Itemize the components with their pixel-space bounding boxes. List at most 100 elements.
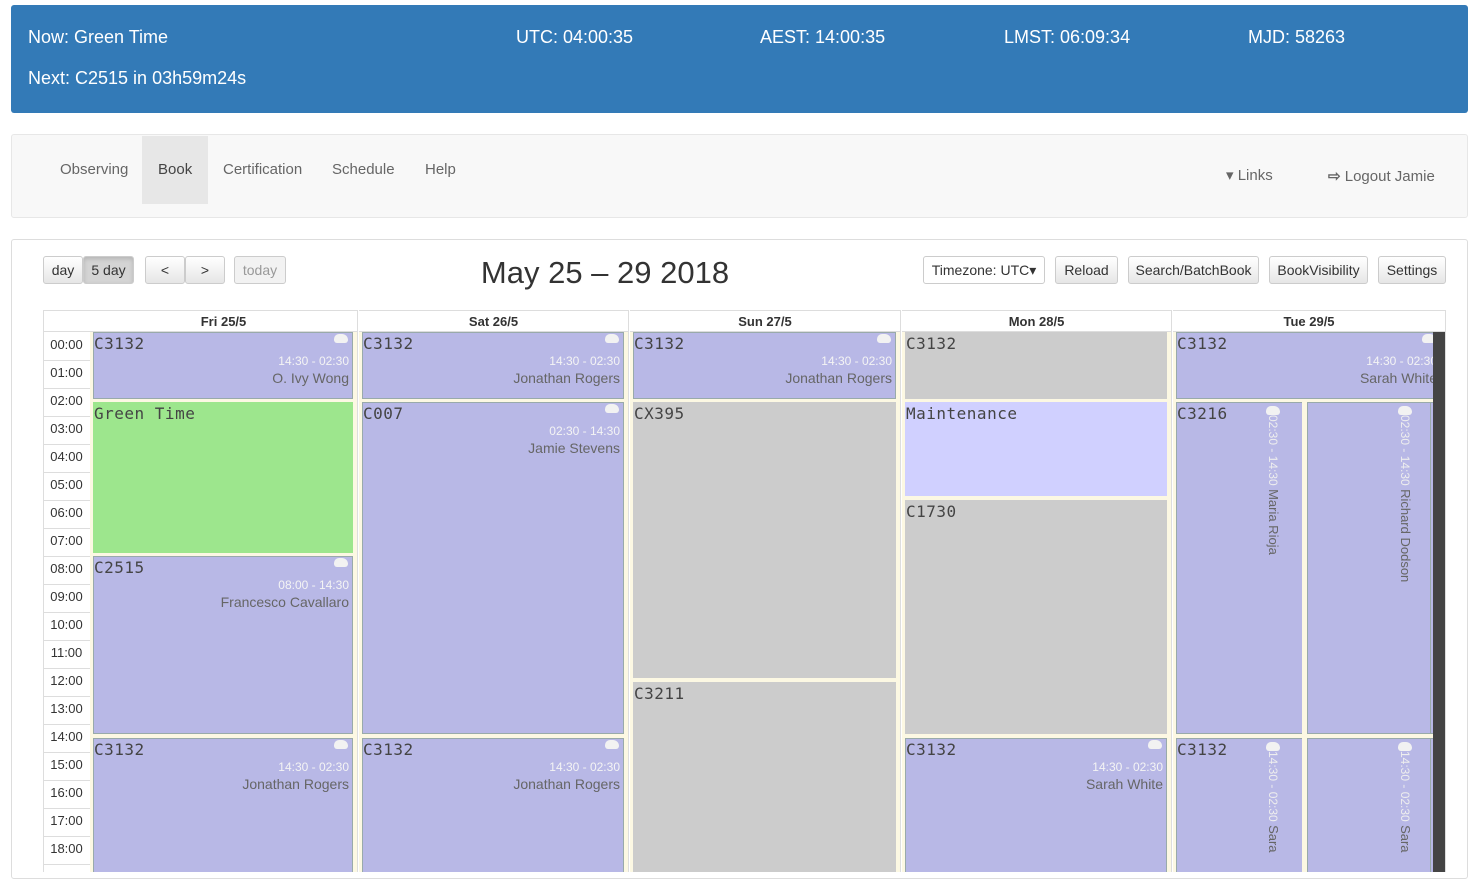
event-vertical-label: 14:30 - 02:30 Sara xyxy=(1398,742,1413,853)
calendar-grid: Fri 25/5 Sat 26/5 Sun 27/5 Mon 28/5 Tue 29/5… xyxy=(43,310,1446,872)
event-observer: Sarah White xyxy=(1085,776,1163,792)
calendar-event[interactable]: C3132 14:30 - 02:30 Sarah White xyxy=(1176,332,1441,399)
calendar-event[interactable]: C3132 14:30 - 02:30 O. Ivy Wong xyxy=(93,332,353,399)
scrollbar[interactable] xyxy=(1433,332,1445,872)
hour-line xyxy=(44,472,90,473)
calendar-event[interactable]: C007 02:30 - 14:30 Jamie Stevens xyxy=(362,402,624,734)
status-bar: Now: Green Time Next: C2515 in 03h59m24s… xyxy=(11,5,1468,113)
calendar-event[interactable]: Maintenance xyxy=(905,402,1167,496)
calendar-event[interactable]: C3132 14:30 - 02:30 Sarah White xyxy=(905,738,1167,872)
event-time: 02:30 - 14:30 xyxy=(549,424,620,438)
time-label: 12:00 xyxy=(50,673,83,688)
cloud-icon xyxy=(1148,740,1162,749)
event-time: 14:30 - 02:30 xyxy=(1092,760,1163,774)
time-label: 03:00 xyxy=(50,421,83,436)
event-time: 14:30 - 02:30 xyxy=(278,354,349,368)
lane-divider xyxy=(1302,402,1307,734)
hour-line xyxy=(44,444,90,445)
today-button[interactable]: today xyxy=(234,256,286,284)
hour-line xyxy=(44,584,90,585)
cloud-icon xyxy=(1398,406,1412,415)
event-time: 02:30 - 14:30 xyxy=(1398,415,1412,490)
utc-clock: UTC: 04:00:35 xyxy=(516,27,634,47)
event-title: C2515 xyxy=(94,558,145,577)
calendar-event[interactable]: Green Time xyxy=(93,402,353,553)
hour-line xyxy=(44,500,90,501)
time-label: 17:00 xyxy=(50,813,83,828)
nav-observing[interactable]: Observing xyxy=(44,136,144,204)
book-visibility-button[interactable]: BookVisibility xyxy=(1269,256,1368,284)
lmst-clock: LMST: 06:09:34 xyxy=(1004,27,1131,47)
event-vertical-label: 14:30 - 02:30 Sara xyxy=(1266,742,1281,853)
settings-button[interactable]: Settings xyxy=(1378,256,1446,284)
nav-schedule[interactable]: Schedule xyxy=(316,136,411,204)
hour-line xyxy=(44,724,90,725)
event-observer: Richard Dodson xyxy=(1398,489,1413,583)
time-label: 11:00 xyxy=(50,645,83,660)
calendar-event[interactable]: C3132 14:30 - 02:30 Jonathan Rogers xyxy=(362,332,624,399)
event-title: C3132 xyxy=(634,334,685,353)
cloud-icon xyxy=(605,404,619,413)
event-observer: Jonathan Rogers xyxy=(513,370,620,386)
event-observer: Jamie Stevens xyxy=(528,440,620,456)
hour-line xyxy=(44,416,90,417)
next-button[interactable]: > xyxy=(185,256,225,284)
nav-help[interactable]: Help xyxy=(409,136,472,204)
time-label: 04:00 xyxy=(50,449,83,464)
calendar-event[interactable]: C3132 14:30 - 02:30 Jonathan Rogers xyxy=(362,738,624,872)
mjd-label: MJD: 58263 xyxy=(1248,27,1346,47)
calendar-event[interactable]: C1730 xyxy=(905,500,1167,734)
hour-line xyxy=(44,640,90,641)
hour-line xyxy=(44,556,90,557)
event-title: Green Time xyxy=(94,404,196,423)
time-label: 05:00 xyxy=(50,477,83,492)
event-title: C3132 xyxy=(363,334,414,353)
event-observer: Sarah White xyxy=(1359,370,1437,386)
search-batchbook-button[interactable]: Search/BatchBook xyxy=(1128,256,1259,284)
hour-line xyxy=(44,388,90,389)
cloud-icon xyxy=(1266,406,1280,415)
lane-divider xyxy=(1302,738,1307,872)
time-label: 07:00 xyxy=(50,533,83,548)
time-label: 09:00 xyxy=(50,589,83,604)
calendar-event[interactable]: C3132 14:30 - 02:30 Jonathan Rogers xyxy=(633,332,896,399)
calendar-event[interactable]: C3132 xyxy=(905,332,1167,399)
reload-button[interactable]: Reload xyxy=(1055,256,1118,284)
hour-line xyxy=(44,668,90,669)
time-label: 10:00 xyxy=(50,617,83,632)
aest-clock: AEST: 14:00:35 xyxy=(760,27,886,47)
hour-line xyxy=(44,696,90,697)
prev-button[interactable]: < xyxy=(145,256,185,284)
time-label: 13:00 xyxy=(50,701,83,716)
time-gutter-header xyxy=(44,310,90,332)
nav-links[interactable]: ▾ Links xyxy=(1210,142,1289,210)
timezone-dropdown[interactable]: Timezone: UTC▾ xyxy=(923,256,1045,284)
time-label: 02:00 xyxy=(50,393,83,408)
event-time: 02:30 - 14:30 xyxy=(1266,415,1280,490)
nav-certification[interactable]: Certification xyxy=(207,136,318,204)
day-header: Sun 27/5 xyxy=(630,310,901,332)
calendar-event[interactable]: CX395 xyxy=(633,402,896,678)
cloud-icon xyxy=(334,558,348,567)
event-time: 14:30 - 02:30 xyxy=(1398,751,1412,826)
nav-book[interactable]: Book xyxy=(142,136,209,204)
time-label: 01:00 xyxy=(50,365,83,380)
day-header: Tue 29/5 xyxy=(1173,310,1446,332)
event-title: CX395 xyxy=(634,404,685,423)
event-title: C3132 xyxy=(906,334,957,353)
hour-line xyxy=(44,612,90,613)
event-observer: Francesco Cavallaro xyxy=(220,594,349,610)
nav-logout[interactable]: ⇨ Logout Jamie xyxy=(1312,143,1451,211)
calendar-event[interactable]: C3132 14:30 - 02:30 Jonathan Rogers xyxy=(93,738,353,872)
now-label: Now: Green Time xyxy=(28,27,169,47)
event-title: C3132 xyxy=(363,740,414,759)
time-label: 15:00 xyxy=(50,757,83,772)
five-day-view-button[interactable]: 5 day xyxy=(83,256,134,284)
day-header: Mon 28/5 xyxy=(902,310,1172,332)
calendar-event[interactable]: C3211 xyxy=(633,682,896,872)
event-title: C3211 xyxy=(634,684,685,703)
day-view-button[interactable]: day xyxy=(43,256,83,284)
hour-line xyxy=(44,752,90,753)
event-title: C3132 xyxy=(94,740,145,759)
calendar-event[interactable]: C2515 08:00 - 14:30 Francesco Cavallaro xyxy=(93,556,353,734)
